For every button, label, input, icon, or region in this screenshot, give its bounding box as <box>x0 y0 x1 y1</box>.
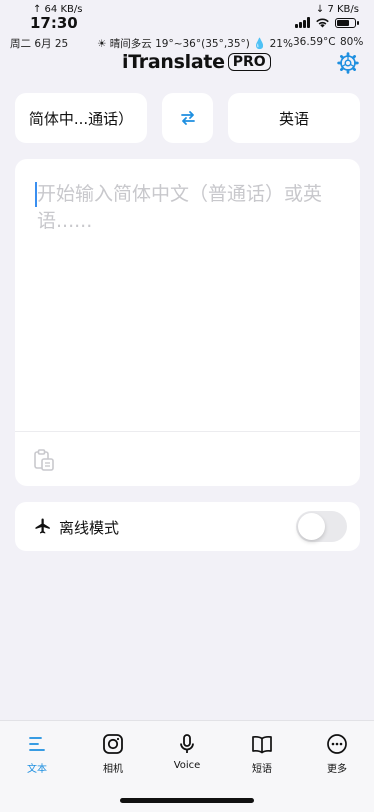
brand-name: iTranslate <box>122 51 225 73</box>
source-language-label: 简体中...通话） <box>28 109 134 128</box>
info-row: 周二 6月 25 ☀ 晴间多云 19°~36°(35°,35°) 💧 21% 3… <box>0 34 374 50</box>
pro-badge: PRO <box>227 53 271 71</box>
clock: 17:30 <box>30 14 78 32</box>
book-icon <box>252 735 272 754</box>
target-language-button[interactable]: 英语 <box>228 93 360 143</box>
offline-mode-label: 离线模式 <box>59 519 120 537</box>
airplane-icon <box>35 518 50 534</box>
toggle-knob <box>298 513 325 540</box>
temperature: 36.59°C <box>293 36 336 48</box>
swap-arrows-icon <box>180 111 195 125</box>
text-input-area[interactable]: 开始输入简体中文（普通话）或英语...... <box>15 159 360 486</box>
brand-logo: iTranslate PRO <box>122 51 271 73</box>
app-screen: ↑ 64 KB/s ↓ 7 KB/s 17:30 周二 6月 25 ☀ 晴间多云… <box>0 0 374 812</box>
battery-percent: 80% <box>340 36 364 48</box>
system-icons <box>295 17 359 28</box>
target-language-label: 英语 <box>278 109 309 128</box>
camera-icon <box>103 734 123 754</box>
swap-languages-button[interactable] <box>162 93 213 143</box>
text-lines-icon <box>29 737 45 751</box>
source-language-button[interactable]: 简体中...通话） <box>15 93 147 143</box>
weather: ☀ 晴间多云 19°~36°(35°,35°) 💧 21% <box>97 38 293 50</box>
wifi-icon <box>316 18 329 28</box>
input-placeholder: 开始输入简体中文（普通话）或英语...... <box>37 183 323 232</box>
tab-label: Voice <box>173 760 201 771</box>
more-dots-icon <box>327 734 347 754</box>
battery-icon <box>335 17 359 28</box>
microphone-icon <box>180 734 194 753</box>
tab-phrases[interactable]: 短语 <box>232 733 292 775</box>
tab-label: 相机 <box>103 764 123 775</box>
signal-icon <box>295 17 310 28</box>
tab-label: 短语 <box>252 764 272 775</box>
offline-mode-toggle[interactable] <box>296 511 347 542</box>
battery-fill <box>337 19 349 26</box>
offline-mode-row: 离线模式 <box>15 502 360 551</box>
home-indicator <box>120 798 254 803</box>
date: 周二 6月 25 <box>10 38 69 50</box>
tab-label: 更多 <box>327 764 347 775</box>
divider <box>15 431 360 432</box>
gear-icon[interactable] <box>337 52 359 74</box>
download-speed: ↓ 7 KB/s <box>315 4 359 15</box>
app-header: iTranslate PRO <box>0 50 374 76</box>
tab-text[interactable]: 文本 <box>7 733 67 775</box>
tab-more[interactable]: 更多 <box>307 733 367 775</box>
status-bar: ↑ 64 KB/s ↓ 7 KB/s 17:30 <box>0 0 374 34</box>
tab-voice[interactable]: Voice <box>157 733 217 771</box>
tab-camera[interactable]: 相机 <box>83 733 143 775</box>
tab-label: 文本 <box>27 764 47 775</box>
clipboard-paste-icon[interactable] <box>33 448 55 472</box>
